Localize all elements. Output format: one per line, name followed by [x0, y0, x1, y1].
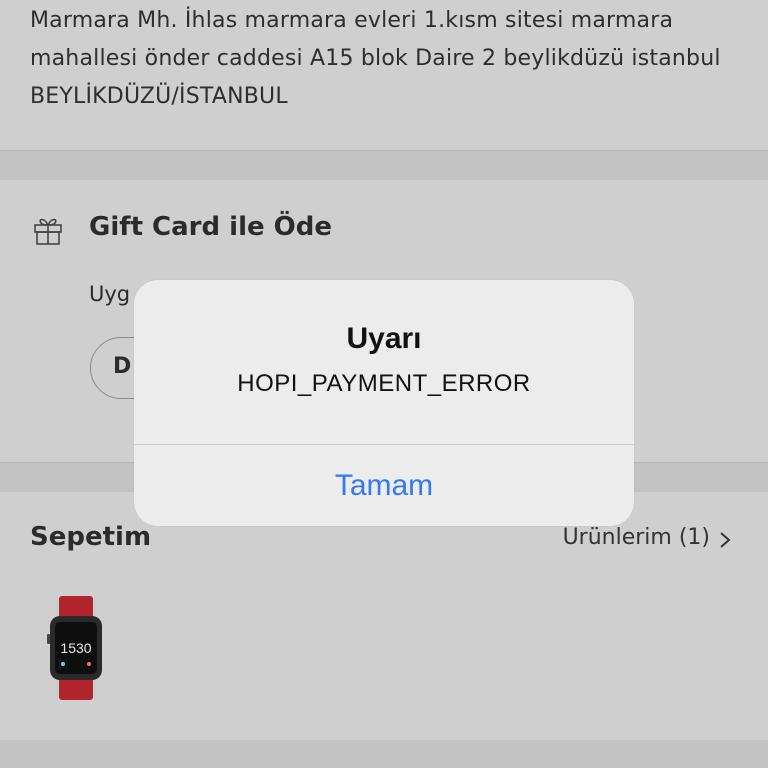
- section-gap: [0, 740, 768, 768]
- ok-button[interactable]: Tamam: [134, 445, 634, 526]
- gift-card-title: Gift Card ile Öde: [89, 212, 333, 242]
- alert-title: Uyarı: [346, 322, 422, 355]
- section-gap: [0, 151, 768, 180]
- my-products-link[interactable]: Ürünlerim (1): [563, 525, 710, 550]
- alert-dialog: Uyarı HOPI_PAYMENT_ERROR Tamam: [134, 280, 634, 526]
- basket-title: Sepetim: [30, 522, 152, 552]
- watch-time-text: 1530: [60, 640, 91, 656]
- chevron-right-icon[interactable]: [718, 530, 732, 550]
- alert-message: HOPI_PAYMENT_ERROR: [237, 370, 531, 397]
- gift-icon: [34, 218, 62, 245]
- basket-section: Sepetim Ürünlerim (1) 1530: [0, 492, 768, 740]
- delivery-address-text: Marmara Mh. İhlas marmara evleri 1.kısm …: [30, 8, 721, 109]
- gift-card-subtitle: Uyg: [89, 282, 131, 306]
- smartwatch-product-image[interactable]: 1530: [46, 596, 106, 700]
- address-section: Marmara Mh. İhlas marmara evleri 1.kısm …: [0, 0, 768, 150]
